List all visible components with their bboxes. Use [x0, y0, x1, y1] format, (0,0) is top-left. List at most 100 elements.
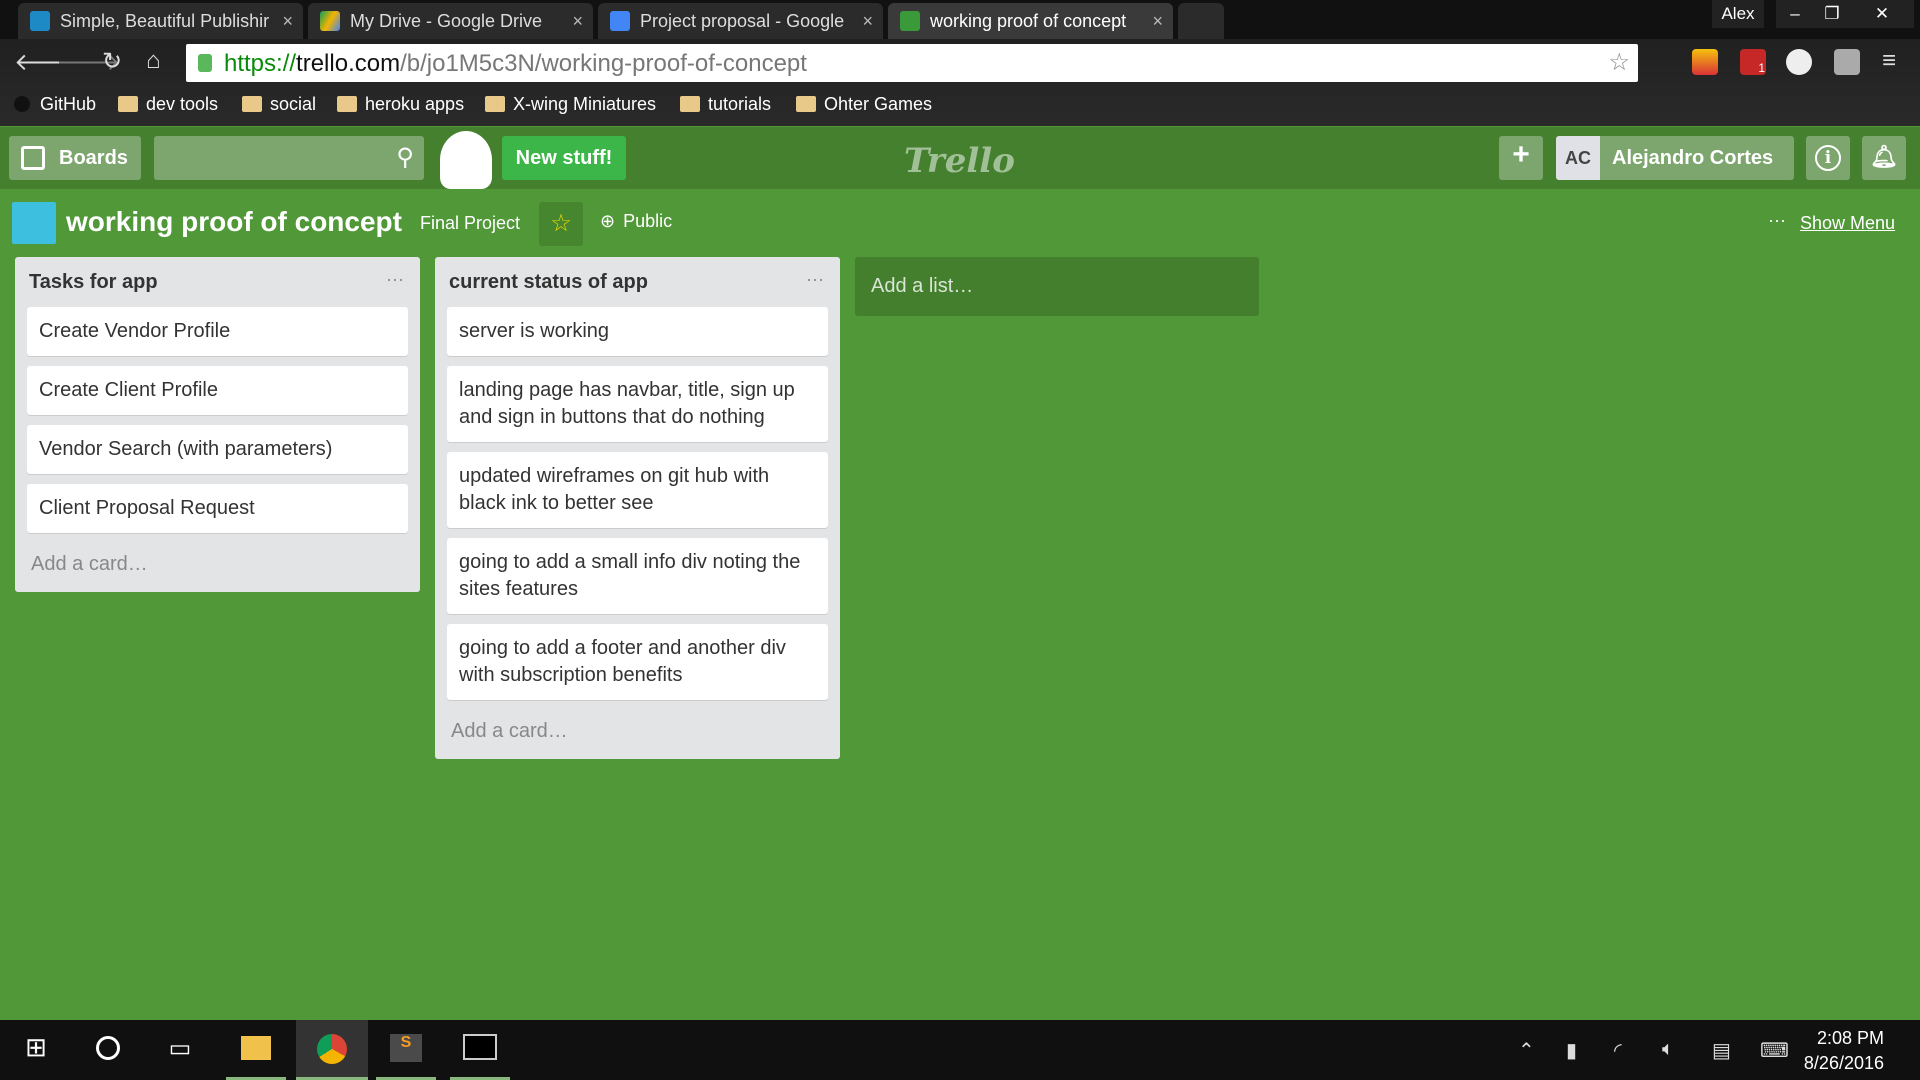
trello-favicon-icon	[900, 11, 920, 31]
tab-google-drive[interactable]: My Drive - Google Drive ×	[308, 3, 593, 39]
profile-button[interactable]: Alex	[1712, 0, 1764, 28]
avatar: AC	[1556, 136, 1600, 180]
cortana-icon[interactable]	[78, 1020, 138, 1080]
bookmark-label: Ohter Games	[824, 94, 933, 114]
list-current-status: current status of app ··· server is work…	[435, 257, 840, 759]
extension-grid-icon[interactable]	[1834, 49, 1860, 75]
file-explorer-icon[interactable]	[226, 1020, 286, 1080]
list-menu-icon[interactable]: ···	[386, 269, 404, 290]
bookmark-label: social	[270, 94, 317, 114]
bookmarks-bar: GitHub dev tools social heroku apps X-wi…	[0, 86, 1920, 126]
bookmark-dev-tools[interactable]: dev tools	[118, 94, 218, 115]
bookmark-label: tutorials	[708, 94, 772, 114]
close-tab-icon[interactable]: ×	[862, 11, 873, 32]
bookmark-star-icon[interactable]: ☆	[1608, 48, 1630, 77]
notifications-button[interactable]: 🔔︎	[1862, 136, 1906, 180]
add-list-button[interactable]: Add a list…	[855, 257, 1259, 316]
team-link[interactable]: Final Project	[420, 213, 520, 234]
address-bar[interactable]: https://trello.com/b/jo1M5c3N/working-pr…	[186, 44, 1638, 82]
add-card-button[interactable]: Add a card…	[27, 543, 408, 592]
menu-icon[interactable]: ≡	[1882, 47, 1896, 75]
bell-icon: 🔔︎	[1870, 144, 1898, 169]
visibility-button[interactable]: ⊕ Public	[600, 211, 672, 232]
bookmark-label: dev tools	[146, 94, 219, 114]
bookmark-tutorials[interactable]: tutorials	[680, 94, 771, 115]
trello-header: Boards ⚲ New stuff! Trello + AC Alejandro…	[0, 127, 1920, 189]
github-icon	[14, 96, 30, 112]
keyboard-icon[interactable]: ⌨	[1760, 1038, 1789, 1063]
member-menu-button[interactable]: AC Alejandro Cortes	[1556, 136, 1794, 180]
close-tab-icon[interactable]: ×	[282, 11, 293, 32]
card[interactable]: Vendor Search (with parameters)	[27, 425, 408, 474]
card[interactable]: Create Vendor Profile	[27, 307, 408, 356]
card[interactable]: updated wireframes on git hub with black…	[447, 452, 828, 528]
close-window-button[interactable]: ✕	[1850, 0, 1914, 28]
minimize-button[interactable]: –	[1776, 0, 1814, 28]
bookmark-github[interactable]: GitHub	[14, 94, 96, 115]
tab-title: working proof of concept	[930, 11, 1127, 31]
folder-icon	[796, 96, 816, 112]
new-stuff-button[interactable]: New stuff!	[502, 136, 626, 180]
bookmark-social[interactable]: social	[242, 94, 316, 115]
extension-icon[interactable]	[1692, 49, 1718, 75]
bookmark-label: heroku apps	[365, 94, 465, 114]
gmail-checker-icon[interactable]: 1	[1740, 49, 1766, 75]
star-board-button[interactable]: ☆	[539, 202, 583, 246]
info-button[interactable]: i	[1806, 136, 1850, 180]
folder-icon	[680, 96, 700, 112]
action-center-icon[interactable]: ▤	[1712, 1038, 1731, 1063]
card[interactable]: going to add a small info div noting the…	[447, 538, 828, 614]
extension-circle-icon[interactable]	[1786, 49, 1812, 75]
mascot-taco-icon[interactable]	[440, 131, 492, 189]
site-favicon-icon	[30, 11, 50, 31]
bookmark-ohter-games[interactable]: Ohter Games	[796, 94, 932, 115]
bookmark-label: X-wing Miniatures	[513, 94, 657, 114]
tab-working-proof[interactable]: working proof of concept ×	[888, 3, 1173, 39]
tab-publishing[interactable]: Simple, Beautiful Publishir ×	[18, 3, 303, 39]
boards-icon	[21, 146, 45, 170]
list-title[interactable]: Tasks for app	[27, 257, 408, 307]
card[interactable]: landing page has navbar, title, sign up …	[447, 366, 828, 442]
windows-start-icon[interactable]: ⊞	[6, 1020, 66, 1080]
terminal-icon[interactable]	[450, 1020, 510, 1080]
tab-project-proposal[interactable]: Project proposal - Google ×	[598, 3, 883, 39]
battery-icon[interactable]: ▮	[1566, 1038, 1577, 1063]
show-menu-link[interactable]: Show Menu	[1800, 213, 1895, 234]
restore-button[interactable]: ❐	[1814, 0, 1850, 28]
reload-icon[interactable]: ↻	[102, 47, 122, 76]
info-icon: i	[1815, 145, 1841, 171]
board-header: working proof of concept Final Project ☆…	[0, 196, 1920, 250]
board-title[interactable]: working proof of concept	[66, 206, 402, 238]
boards-button[interactable]: Boards	[9, 136, 141, 180]
search-input[interactable]: ⚲	[154, 136, 424, 180]
card[interactable]: server is working	[447, 307, 828, 356]
new-tab-button[interactable]	[1178, 3, 1224, 39]
close-tab-icon[interactable]: ×	[1152, 11, 1163, 32]
volume-icon[interactable]: 🔈︎	[1662, 1038, 1674, 1061]
chrome-taskbar-icon[interactable]	[296, 1020, 368, 1080]
close-tab-icon[interactable]: ×	[572, 11, 583, 32]
boards-label: Boards	[59, 147, 128, 169]
bookmark-heroku-apps[interactable]: heroku apps	[337, 94, 464, 115]
task-view-icon[interactable]: ▭	[150, 1020, 210, 1080]
card[interactable]: Client Proposal Request	[27, 484, 408, 533]
more-icon[interactable]: ···	[1768, 210, 1786, 231]
trello-logo[interactable]: Trello	[904, 141, 1015, 181]
bookmark-x-wing[interactable]: X-wing Miniatures	[485, 94, 656, 115]
card[interactable]: Create Client Profile	[27, 366, 408, 415]
bookmark-label: GitHub	[40, 94, 97, 114]
card[interactable]: going to add a footer and another div wi…	[447, 624, 828, 700]
clock[interactable]: 2:08 PM 8/26/2016	[1804, 1026, 1884, 1076]
show-hidden-icons-icon[interactable]: ⌃	[1518, 1038, 1535, 1063]
sublime-text-icon[interactable]: S	[376, 1020, 436, 1080]
wifi-icon[interactable]: ◜	[1614, 1038, 1622, 1063]
folder-icon	[118, 96, 138, 112]
home-icon[interactable]: ⌂	[146, 47, 161, 75]
list-menu-icon[interactable]: ···	[806, 269, 824, 290]
add-button[interactable]: +	[1499, 136, 1543, 180]
clock-date: 8/26/2016	[1803, 1053, 1884, 1073]
taskbar: ⊞ ▭ S ⌃ ▮ ◜ 🔈︎ ▤ ⌨ 2:08 PM 8/26/2016	[0, 1020, 1920, 1080]
list-title[interactable]: current status of app	[447, 257, 828, 307]
url-path: /b/jo1M5c3N/working-proof-of-concept	[400, 50, 807, 77]
add-card-button[interactable]: Add a card…	[447, 710, 828, 759]
